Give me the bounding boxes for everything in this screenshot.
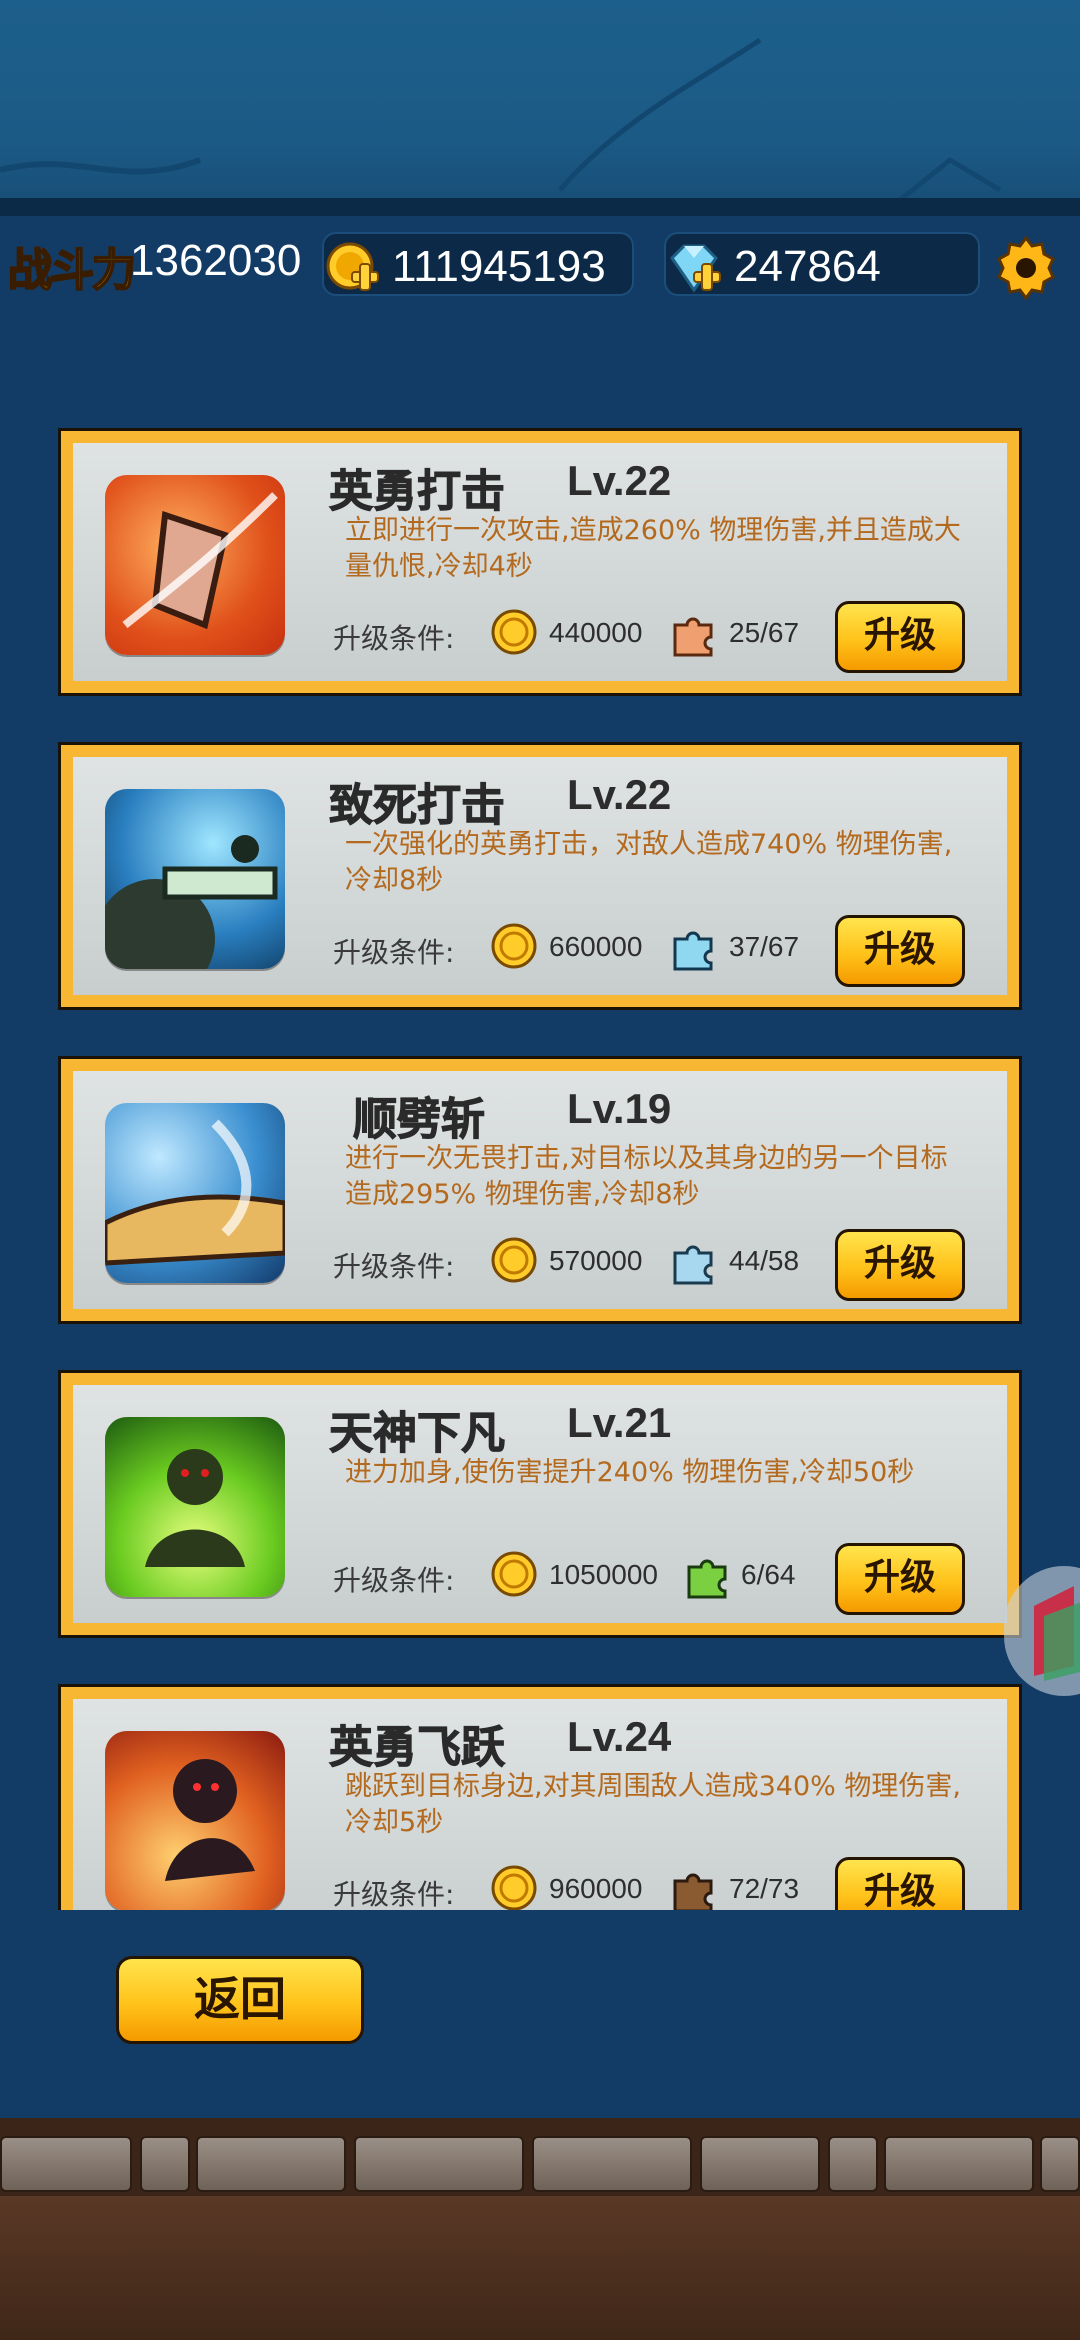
skill-card: 天神下凡 Lv.21 进力加身,使伤害提升240% 物理伤害,冷却50秒 升级条…	[58, 1370, 1022, 1638]
coin-cost: 960000	[549, 1873, 643, 1904]
upgrade-button[interactable]: 升级	[835, 1857, 965, 1910]
resource-bar: 战斗力 1362030 111945193 247864	[0, 218, 1080, 302]
heroic-leap-skill-icon	[105, 1731, 285, 1910]
gold-coin-icon	[491, 609, 537, 655]
combat-power-value: 1362030	[130, 236, 302, 285]
skill-fragment-icon	[673, 931, 713, 971]
skill-description: 跳跃到目标身边,对其周围敌人造成340% 物理伤害,冷却5秒	[345, 1771, 961, 1838]
stone-row-decor	[0, 2136, 1080, 2194]
fragment-count: 37/67	[729, 931, 800, 962]
skill-level: Lv.19	[567, 1085, 672, 1132]
upgrade-condition-label: 升级条件:	[333, 1878, 455, 1910]
gem-balance[interactable]: 247864	[664, 232, 980, 296]
fragment-count: 72/73	[729, 1873, 800, 1904]
upgrade-button[interactable]: 升级	[835, 1229, 965, 1301]
gold-coin-icon	[491, 923, 537, 969]
skull-sword-art	[105, 835, 278, 969]
cleave-art	[105, 1119, 285, 1266]
skill-description: 立即进行一次攻击,造成260% 物理伤害,并且造成大量仇恨,冷却4秒	[345, 515, 961, 582]
shield-slash-skill-icon	[105, 475, 285, 655]
skill-fragment-icon	[673, 1245, 713, 1285]
fragment-count: 6/64	[741, 1559, 796, 1590]
skill-card: 英勇打击 Lv.22 立即进行一次攻击,造成260% 物理伤害,并且造成大量仇恨…	[58, 428, 1022, 696]
gold-balance[interactable]: 111945193	[322, 232, 634, 296]
upgrade-condition-label: 升级条件:	[333, 1250, 455, 1283]
coin-cost: 440000	[549, 617, 643, 648]
stone-block	[884, 2136, 1034, 2192]
skill-name: 英勇飞跃	[329, 1722, 506, 1774]
stone-block	[828, 2136, 878, 2192]
stone-block	[354, 2136, 524, 2192]
coin-cost: 660000	[549, 931, 643, 962]
upgrade-condition-label: 升级条件:	[333, 936, 455, 969]
skill-fragment-icon	[687, 1559, 727, 1599]
skill-list[interactable]: 英勇打击 Lv.22 立即进行一次攻击,造成260% 物理伤害,并且造成大量仇恨…	[58, 428, 1022, 1910]
stone-block	[0, 2136, 132, 2192]
gold-coin-plus-icon[interactable]	[322, 238, 382, 298]
upgrade-condition-label: 升级条件:	[333, 622, 455, 655]
skill-name: 英勇打击	[329, 466, 506, 518]
dirt-decor	[0, 2196, 1080, 2340]
skill-name: 天神下凡	[329, 1408, 506, 1460]
skill-description: 进力加身,使伤害提升240% 物理伤害,冷却50秒	[345, 1457, 915, 1488]
stone-block	[532, 2136, 692, 2192]
gold-coin-icon	[491, 1551, 537, 1597]
skill-name: 顺劈斩	[353, 1094, 486, 1146]
skull-sword-skill-icon	[105, 789, 285, 969]
floating-assistant-icon[interactable]	[1004, 1566, 1080, 1696]
upgrade-button[interactable]: 升级	[835, 1543, 965, 1615]
back-button[interactable]: 返回	[116, 1956, 364, 2044]
stone-block	[140, 2136, 190, 2192]
gold-coin-icon	[491, 1237, 537, 1283]
skill-name: 致死打击	[329, 780, 506, 832]
skill-description: 一次强化的英勇打击，对敌人造成740% 物理伤害,冷却8秒	[345, 829, 953, 896]
top-divider	[0, 198, 1080, 216]
skill-level: Lv.22	[567, 457, 672, 504]
skill-level: Lv.22	[567, 771, 672, 818]
combat-power-label: 战斗力	[7, 244, 137, 297]
floating-assistant-widget[interactable]	[1004, 1566, 1080, 1696]
upgrade-condition-label: 升级条件:	[333, 1564, 455, 1597]
skill-fragment-icon	[673, 1873, 713, 1910]
gear-icon[interactable]	[990, 232, 1062, 304]
gem-plus-icon[interactable]	[664, 238, 724, 298]
avatar-art	[145, 1449, 245, 1567]
gem-value: 247864	[734, 242, 881, 291]
shield-slash-art	[122, 492, 278, 630]
skill-level: Lv.24	[567, 1713, 672, 1760]
stone-block	[1040, 2136, 1080, 2192]
fragment-count: 25/67	[729, 617, 800, 648]
stone-block	[700, 2136, 820, 2192]
fragment-count: 44/58	[729, 1245, 800, 1276]
stone-block	[196, 2136, 346, 2192]
skill-description: 进行一次无畏打击,对目标以及其身边的另一个目标造成295% 物理伤害,冷却8秒	[345, 1143, 948, 1210]
upgrade-button[interactable]: 升级	[835, 915, 965, 987]
gold-value: 111945193	[392, 242, 606, 291]
upgrade-button[interactable]: 升级	[835, 601, 965, 673]
skill-level: Lv.21	[567, 1399, 672, 1446]
gold-coin-icon	[491, 1865, 537, 1910]
heroic-leap-art	[165, 1759, 255, 1881]
coin-cost: 570000	[549, 1245, 643, 1276]
skill-fragment-icon	[673, 617, 713, 657]
skill-card: 致死打击 Lv.22 一次强化的英勇打击，对敌人造成740% 物理伤害,冷却8秒…	[58, 742, 1022, 1010]
avatar-skill-icon	[105, 1417, 285, 1597]
top-decor-band	[0, 0, 1080, 202]
coin-cost: 1050000	[549, 1559, 659, 1590]
skill-card: 英勇飞跃 Lv.24 跳跃到目标身边,对其周围敌人造成340% 物理伤害,冷却5…	[58, 1684, 1022, 1910]
skill-card: 顺劈斩 Lv.19 进行一次无畏打击,对目标以及其身边的另一个目标造成295% …	[58, 1056, 1022, 1324]
crack-decor	[0, 37, 1002, 202]
cleave-skill-icon	[105, 1103, 285, 1283]
